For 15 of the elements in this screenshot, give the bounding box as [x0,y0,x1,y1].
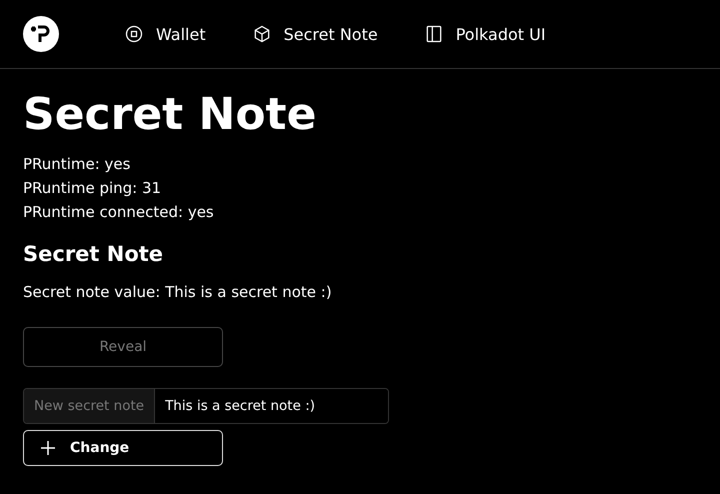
nav-link[interactable]: Wallet [124,24,206,44]
secret-note-value: Secret note value: This is a secret note :) [23,282,333,303]
page-title: Secret Note [23,89,318,140]
plus-icon [40,440,56,456]
logo-icon[interactable] [23,16,59,52]
status-text: PRuntime ping: 31 [23,178,162,199]
section-heading: Secret Note [23,242,164,266]
status-text: PRuntime: yes [23,154,132,175]
nav-link[interactable]: Secret Note [252,24,378,44]
status-text: PRuntime connected: yes [23,202,215,223]
sidebar-icon [424,24,444,44]
note-input-field[interactable]: New secret note This is a secret note :) [23,388,389,424]
nav-link[interactable]: Polkadot UI [424,24,546,44]
change-button[interactable]: Change [23,430,223,466]
cube-icon [252,24,272,44]
